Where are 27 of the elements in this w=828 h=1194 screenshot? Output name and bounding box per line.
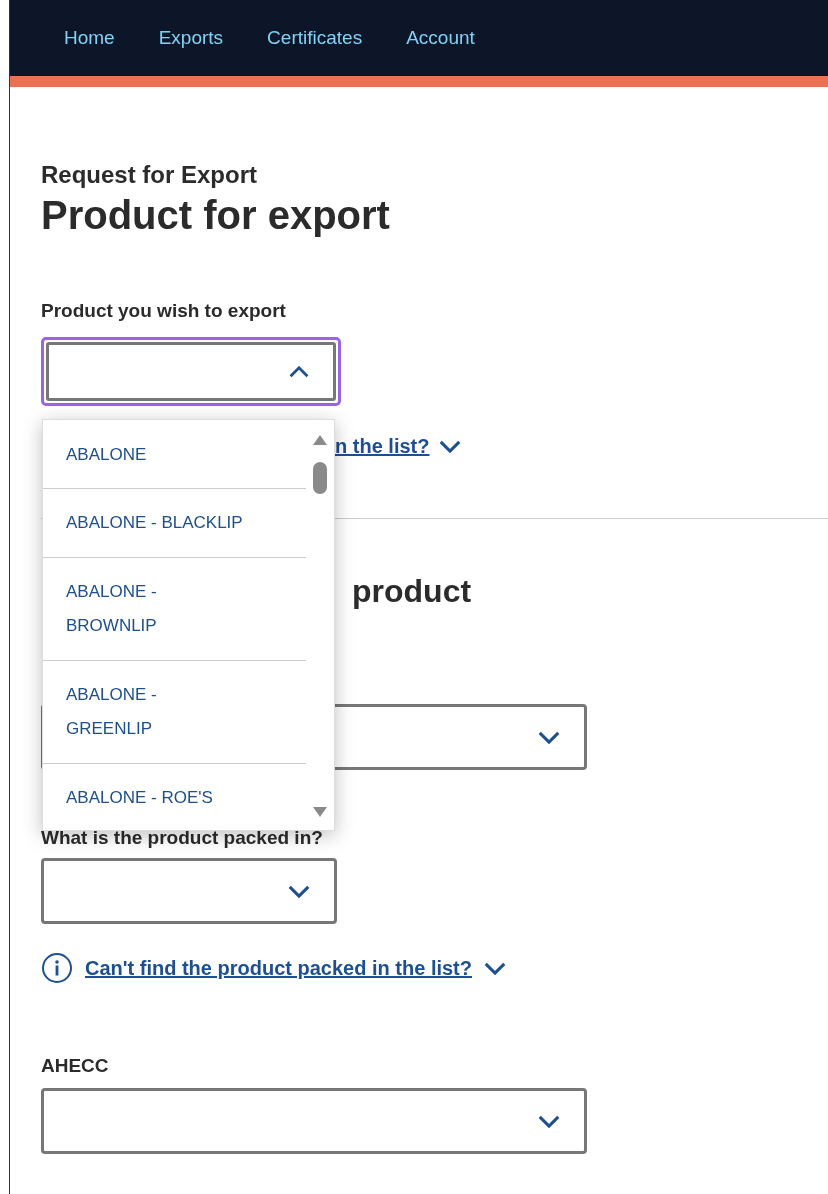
chevron-up-icon — [289, 365, 309, 378]
nav-link[interactable]: Exports — [158, 23, 224, 53]
page-title: Product for export — [41, 192, 391, 239]
info-icon — [41, 952, 73, 984]
nav-link[interactable]: Account — [406, 23, 475, 53]
product-select[interactable] — [41, 337, 341, 406]
nav-link[interactable]: Home — [64, 23, 115, 53]
scrollbar-thumb[interactable] — [313, 462, 328, 494]
nav-link[interactable]: Certificates — [267, 23, 363, 53]
field-label: Product you wish to export — [41, 299, 287, 323]
section-heading: product — [352, 572, 472, 611]
help-link[interactable]: n the list? — [335, 431, 430, 461]
dropdown-option[interactable]: ABALONE - BROWNLIP — [66, 575, 245, 643]
scroll-down-icon[interactable] — [312, 806, 329, 818]
scroll-up-icon[interactable] — [312, 434, 329, 446]
packed-in-select[interactable] — [41, 858, 337, 924]
page-caption: Request for Export — [41, 161, 259, 189]
dropdown-option[interactable]: ABALONE - ROE'S — [66, 781, 245, 815]
help-link[interactable]: Can't find the product packed in the list? — [85, 953, 472, 983]
field-label: What is the product packed in? — [41, 826, 324, 850]
field-label: AHECC — [41, 1054, 110, 1078]
dropdown-option[interactable]: ABALONE - BLACKLIP — [66, 506, 245, 540]
chevron-down-icon — [439, 439, 462, 453]
dropdown-option[interactable]: ABALONE - GREENLIP — [66, 678, 245, 746]
dropdown-option[interactable]: ABALONE — [66, 438, 245, 472]
chevron-down-icon — [484, 961, 506, 975]
ahecc-select[interactable] — [41, 1088, 587, 1154]
